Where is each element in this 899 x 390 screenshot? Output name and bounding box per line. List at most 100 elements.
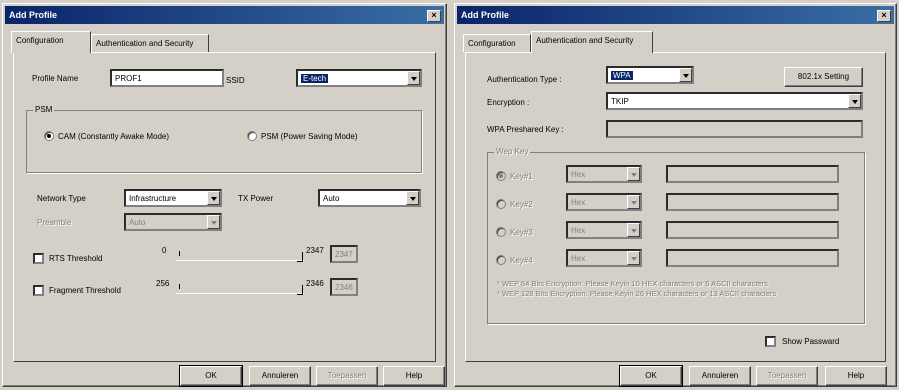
preamble-value: Auto xyxy=(129,218,146,227)
rts-slider-thumb[interactable] xyxy=(297,252,303,262)
window-title: Add Profile xyxy=(9,10,58,20)
ssid-value: E-tech xyxy=(301,74,329,83)
auth-type-value: WPA xyxy=(611,71,633,80)
chevron-down-icon[interactable] xyxy=(207,191,220,205)
frag-slider-track[interactable] xyxy=(176,293,304,294)
key4-format-select: Hex xyxy=(566,249,642,267)
encryption-value: TKIP xyxy=(611,97,629,106)
wep-key-group: Wep Key Key#1 Hex Key#2 Hex Key#3 Hex Ke… xyxy=(487,147,865,324)
ok-button[interactable]: OK xyxy=(179,365,243,387)
tx-power-label: TX Power xyxy=(238,194,274,203)
help-button[interactable]: Help xyxy=(825,366,887,386)
chevron-down-icon[interactable] xyxy=(679,68,692,82)
tab-label: Configuration xyxy=(468,39,516,48)
chevron-down-icon[interactable] xyxy=(407,71,420,85)
preamble-label: Preamble xyxy=(37,218,72,227)
tx-power-value: Auto xyxy=(323,194,340,203)
chevron-down-icon[interactable] xyxy=(848,94,861,108)
key1-input xyxy=(666,165,839,183)
frag-max-label: 2346 xyxy=(306,279,324,288)
wpa-key-label: WPA Preshared Key : xyxy=(487,125,564,134)
title-bar: Add Profile × xyxy=(457,6,894,24)
wep-64-note: * WEP 64 Bits Encryption: Please Keyin 1… xyxy=(497,279,768,288)
key1-format-select: Hex xyxy=(566,165,642,183)
key2-radio xyxy=(496,199,506,209)
rts-min-label: 0 xyxy=(162,246,167,255)
network-type-value: Infrastructure xyxy=(129,194,177,203)
auth-type-select[interactable]: WPA xyxy=(606,66,694,84)
help-button[interactable]: Help xyxy=(383,366,445,386)
tab-label: Authentication and Security xyxy=(536,36,634,45)
chevron-down-icon[interactable] xyxy=(406,191,419,205)
wpa-preshared-key-input[interactable] xyxy=(606,120,863,138)
key2-format-value: Hex xyxy=(571,198,586,207)
key4-label: Key#4 xyxy=(510,256,533,265)
tab-authentication-security[interactable]: Authentication and Security xyxy=(91,34,209,52)
tab-authentication-security[interactable]: Authentication and Security xyxy=(531,31,653,53)
wep-key-legend: Wep Key xyxy=(494,147,531,157)
show-password-label: Show Passward xyxy=(782,337,840,346)
key3-input xyxy=(666,221,839,239)
ssid-label: SSID xyxy=(226,76,245,85)
key3-radio xyxy=(496,227,506,237)
profile-name-label: Profile Name xyxy=(32,74,79,83)
key3-format-value: Hex xyxy=(571,226,586,235)
psm-label: PSM (Power Saving Mode) xyxy=(261,132,358,141)
key1-format-value: Hex xyxy=(571,170,586,179)
chevron-down-icon xyxy=(627,223,640,237)
tab-configuration[interactable]: Configuration xyxy=(11,31,91,53)
cancel-button[interactable]: Annuleren xyxy=(689,366,751,386)
key2-label: Key#2 xyxy=(510,200,533,209)
frag-slider-tick xyxy=(179,284,180,289)
frag-min-label: 256 xyxy=(156,279,170,288)
rts-threshold-checkbox[interactable] xyxy=(33,253,44,264)
rts-slider-track[interactable] xyxy=(176,260,304,261)
cam-label: CAM (Constantly Awake Mode) xyxy=(58,132,170,141)
title-bar: Add Profile × xyxy=(5,6,444,24)
add-profile-dialog-right: Add Profile × Configuration Authenticati… xyxy=(454,3,897,387)
key1-label: Key#1 xyxy=(510,172,533,181)
psm-radio[interactable] xyxy=(247,131,257,141)
cancel-button[interactable]: Annuleren xyxy=(249,366,311,386)
chevron-down-icon xyxy=(627,251,640,265)
encryption-label: Encryption : xyxy=(487,98,530,107)
key4-input xyxy=(666,249,839,267)
key4-radio xyxy=(496,255,506,265)
window-title: Add Profile xyxy=(461,10,510,20)
psm-legend: PSM xyxy=(33,105,55,115)
tx-power-select[interactable]: Auto xyxy=(318,189,421,207)
add-profile-dialog-left: Add Profile × Configuration Authenticati… xyxy=(2,3,447,387)
fragment-threshold-checkbox[interactable] xyxy=(33,285,44,296)
profile-name-input[interactable]: PROF1 xyxy=(110,69,224,87)
rts-max-label: 2347 xyxy=(306,246,324,255)
cam-radio[interactable] xyxy=(44,131,54,141)
psm-group: PSM CAM (Constantly Awake Mode) PSM (Pow… xyxy=(26,105,422,173)
key2-input xyxy=(666,193,839,211)
tab-label: Configuration xyxy=(16,36,64,45)
chevron-down-icon xyxy=(207,215,220,229)
network-type-select[interactable]: Infrastructure xyxy=(124,189,222,207)
rts-threshold-label: RTS Threshold xyxy=(49,254,103,263)
802-1x-setting-button[interactable]: 802.1x Setting xyxy=(784,67,863,87)
auth-type-label: Authentication Type : xyxy=(487,75,562,84)
key2-format-select: Hex xyxy=(566,193,642,211)
close-icon[interactable]: × xyxy=(427,10,441,22)
close-icon[interactable]: × xyxy=(877,10,891,22)
key3-format-select: Hex xyxy=(566,221,642,239)
chevron-down-icon xyxy=(627,195,640,209)
tab-configuration[interactable]: Configuration xyxy=(463,34,531,52)
show-password-checkbox[interactable] xyxy=(765,336,776,347)
encryption-select[interactable]: TKIP xyxy=(606,92,863,110)
rts-slider-tick xyxy=(179,251,180,256)
tab-label: Authentication and Security xyxy=(96,39,194,48)
frag-slider-thumb[interactable] xyxy=(297,285,303,295)
apply-button: Toepassen xyxy=(316,366,378,386)
ok-button[interactable]: OK xyxy=(619,365,683,387)
preamble-select: Auto xyxy=(124,213,222,231)
rts-value-field: 2347 xyxy=(330,245,358,263)
key4-format-value: Hex xyxy=(571,254,586,263)
auth-security-panel: Authentication Type : WPA 802.1x Setting… xyxy=(465,52,886,362)
key3-label: Key#3 xyxy=(510,228,533,237)
wep-128-note: * WEP 128 Bits Encryption: Please Keyin … xyxy=(497,289,777,298)
ssid-select[interactable]: E-tech xyxy=(296,69,422,87)
